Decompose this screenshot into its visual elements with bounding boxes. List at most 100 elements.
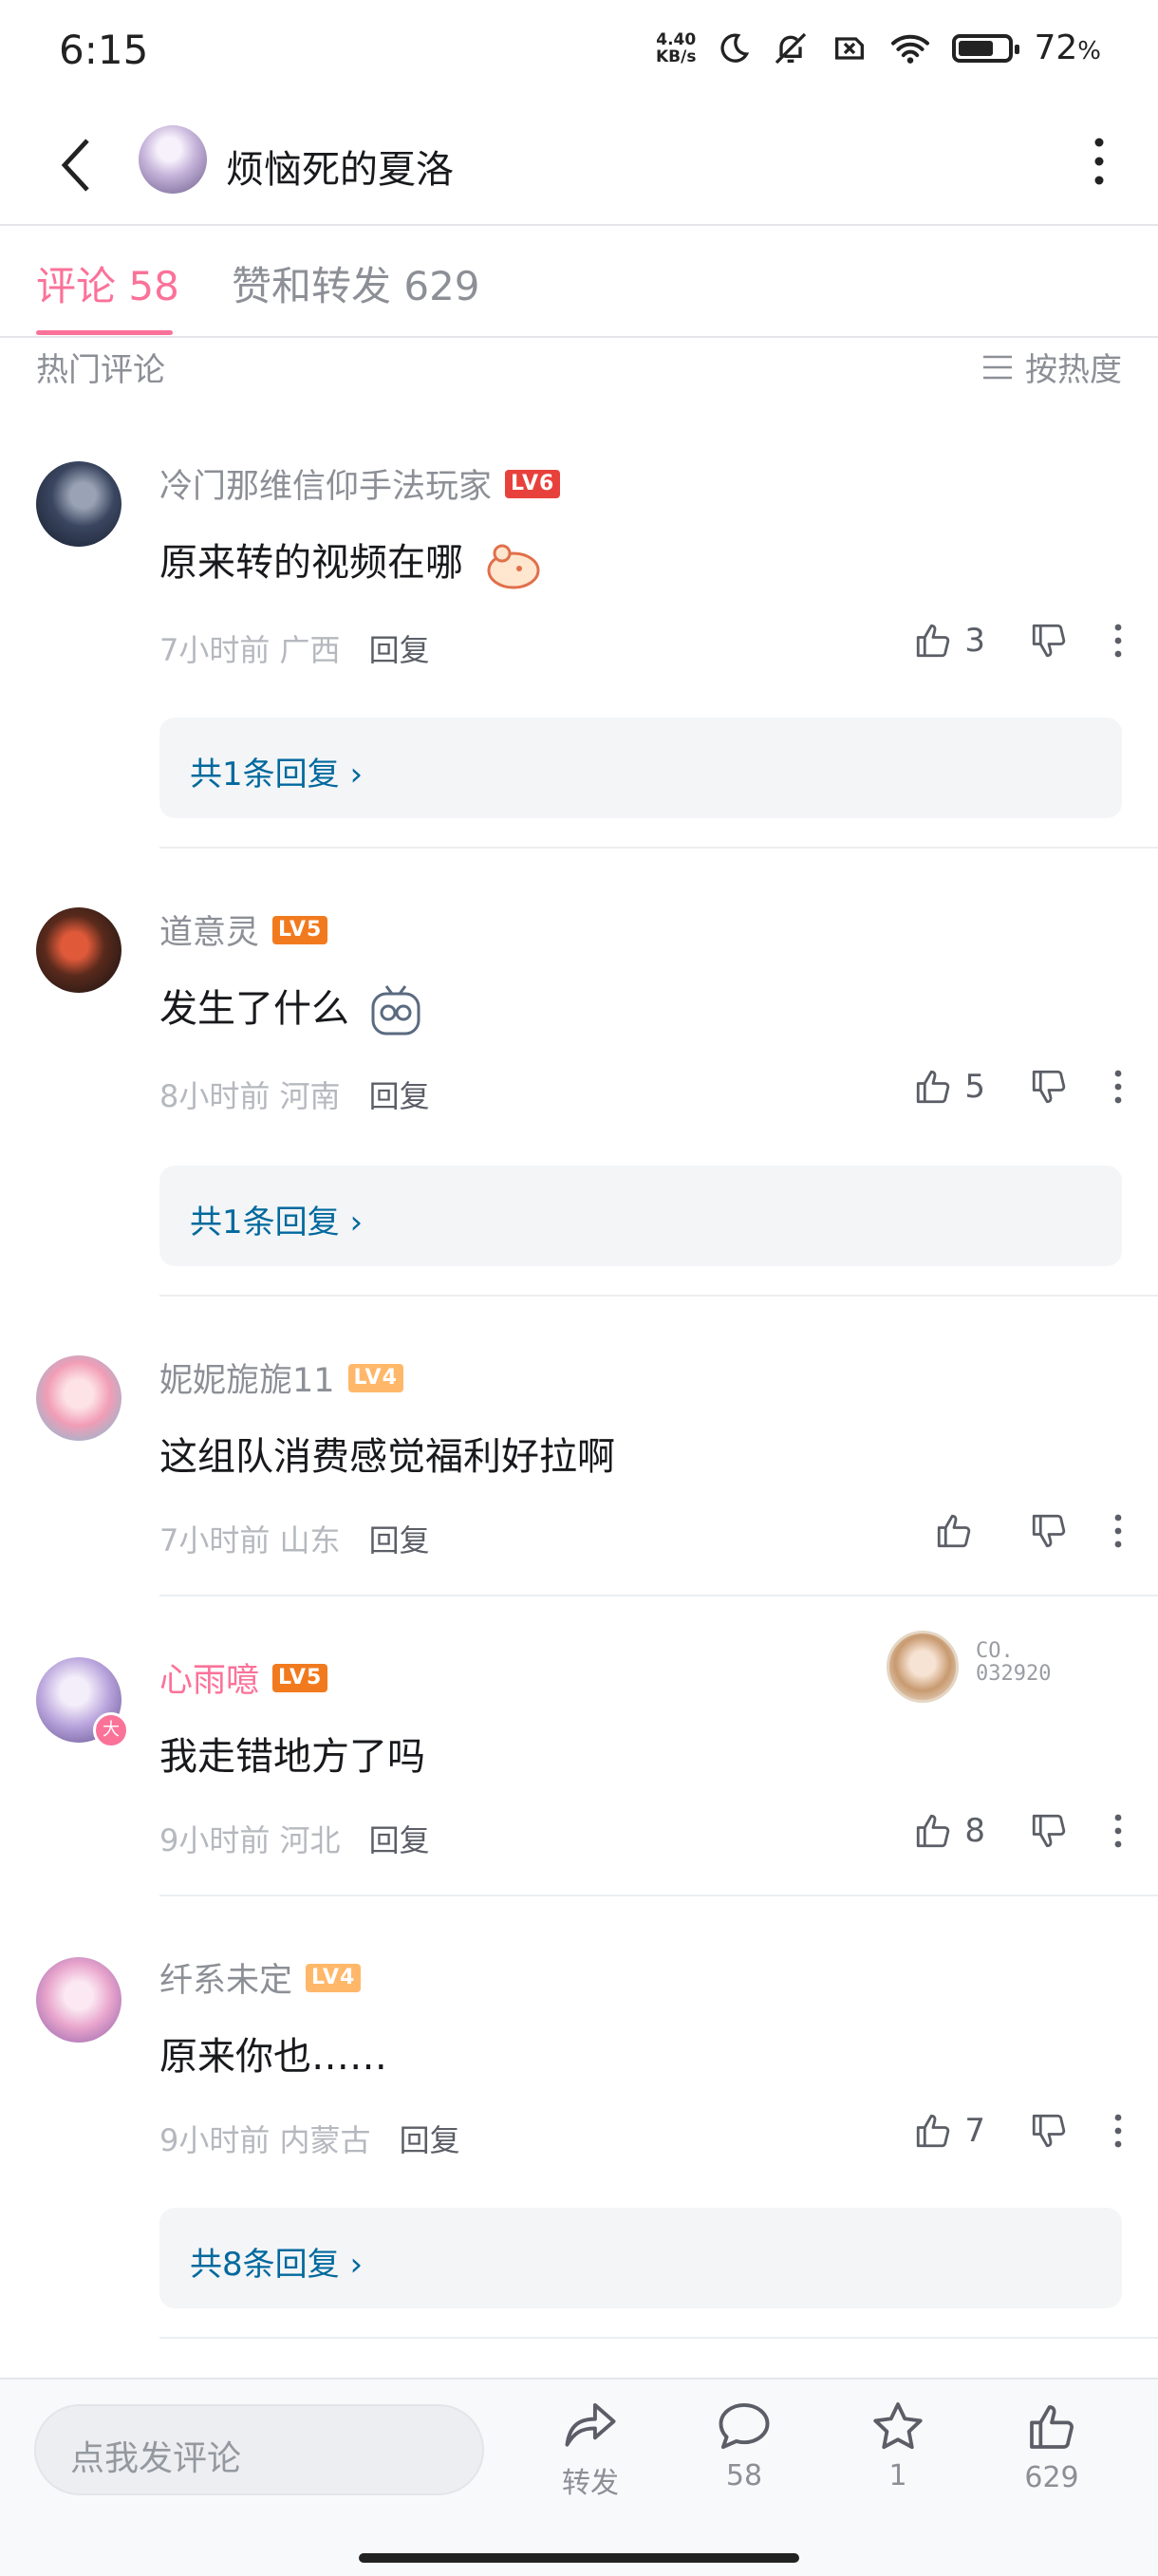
reply-button[interactable]: 回复 (369, 626, 430, 670)
moon-icon (717, 31, 751, 65)
comment-text: 发生了什么 (159, 978, 424, 1039)
back-icon[interactable] (59, 137, 93, 194)
view-replies-button[interactable]: 共1条回复 › (159, 1166, 1122, 1266)
status-icons: 4.40 KB/s 72% (656, 28, 1101, 67)
divider (159, 1895, 1158, 1896)
avatar[interactable] (36, 1355, 121, 1441)
reply-button[interactable]: 回复 (369, 1817, 430, 1860)
like-button[interactable]: 7 (913, 2111, 985, 2151)
list-sort-icon (981, 354, 1014, 381)
view-replies-button[interactable]: 共8条回复 › (159, 2208, 1122, 2308)
comment-actions: 7 (913, 2111, 1122, 2151)
comment-actions (934, 1511, 1122, 1551)
comment-username[interactable]: 心雨噫 LV5 (159, 1653, 328, 1702)
avatar[interactable] (36, 907, 121, 993)
favorite-button[interactable]: 1 (841, 2400, 955, 2492)
more-vertical-icon[interactable] (1114, 1814, 1122, 1848)
reply-button[interactable]: 回复 (369, 1517, 430, 1560)
tab-indicator (36, 330, 173, 335)
no-sim-icon (831, 29, 868, 67)
battery-percent: 72% (1034, 28, 1101, 67)
star-icon (841, 2400, 955, 2452)
comment-bubble-icon (687, 2400, 801, 2452)
comment-username[interactable]: 冷门那维信仰手法玩家 LV6 (159, 459, 561, 508)
comment-actions: 5 (913, 1067, 1122, 1107)
tab-likes-reposts[interactable]: 赞和转发 629 (232, 254, 480, 312)
comment-username[interactable]: 道意灵 LV5 (159, 905, 328, 954)
page-title[interactable]: 烦恼死的夏洛 (226, 139, 454, 194)
sort-button[interactable]: 按热度 (981, 344, 1122, 390)
like-post-button[interactable]: 629 (995, 2400, 1109, 2494)
comment-meta: 8小时前 河南 回复 (159, 1073, 430, 1116)
battery-icon (952, 33, 1020, 63)
share-button[interactable]: 转发 (533, 2400, 647, 2501)
comment-input[interactable]: 点我发评论 (34, 2404, 484, 2495)
comment-text: 这组队消费感觉福利好拉啊 (159, 1435, 615, 1479)
reply-button[interactable]: 回复 (400, 2117, 460, 2160)
thumbs-down-icon[interactable] (1029, 1511, 1069, 1551)
thumbs-down-icon[interactable] (1029, 621, 1069, 661)
tab-bar: 评论 58 赞和转发 629 (0, 226, 1158, 338)
comment-text: 原来你也…… (159, 2035, 387, 2079)
home-indicator (359, 2553, 799, 2563)
like-button[interactable]: 3 (913, 621, 985, 661)
view-replies-button[interactable]: 共1条回复 › (159, 718, 1122, 818)
comment-meta: 7小时前 山东 回复 (159, 1517, 430, 1560)
avatar[interactable] (36, 461, 121, 547)
chevron-right-icon: › (349, 1204, 364, 1241)
level-badge: LV6 (505, 469, 561, 498)
tab-comments[interactable]: 评论 58 (36, 254, 179, 312)
avatar[interactable] (36, 1957, 121, 2043)
divider (159, 2337, 1158, 2339)
reply-button[interactable]: 回复 (369, 1073, 430, 1116)
fan-badge-code: CO. 032920 (976, 1639, 1052, 1686)
level-badge: LV4 (347, 1363, 403, 1392)
status-time: 6:15 (59, 27, 149, 73)
comment-text: 原来转的视频在哪 (159, 532, 542, 591)
comment-button[interactable]: 58 (687, 2400, 801, 2492)
divider (159, 847, 1158, 849)
bottom-action-bar: 点我发评论 转发 58 1 629 (0, 2378, 1158, 2576)
more-vertical-icon[interactable] (1114, 2114, 1122, 2148)
comment-actions: 8 (913, 1811, 1122, 1851)
top-app-bar: 烦恼死的夏洛 (0, 104, 1158, 226)
chevron-right-icon: › (349, 756, 364, 793)
level-badge: LV5 (272, 1663, 328, 1692)
section-title: 热门评论 (36, 351, 165, 389)
thumbs-down-icon[interactable] (1029, 2111, 1069, 2151)
like-button[interactable]: 8 (913, 1811, 985, 1851)
comment-meta: 7小时前 广西 回复 (159, 626, 430, 670)
level-badge: LV4 (306, 1963, 362, 1992)
chevron-right-icon: › (349, 2246, 364, 2284)
level-badge: LV5 (272, 915, 328, 944)
share-arrow-icon (533, 2400, 647, 2452)
more-vertical-icon[interactable] (1093, 137, 1105, 186)
comment-meta: 9小时前 河北 回复 (159, 1817, 430, 1860)
thumbs-down-icon[interactable] (1029, 1067, 1069, 1107)
sticker-emoji-icon (367, 982, 424, 1039)
divider (159, 1295, 1158, 1297)
comment-username[interactable]: 妮妮旎旎11 LV4 (159, 1353, 403, 1402)
more-vertical-icon[interactable] (1114, 1514, 1122, 1548)
thumbs-up-icon (995, 2400, 1109, 2454)
comment-username[interactable]: 纤系未定 LV4 (159, 1953, 362, 2002)
sticker-emoji-icon (481, 538, 542, 591)
more-vertical-icon[interactable] (1114, 1070, 1122, 1104)
like-button[interactable]: 5 (913, 1067, 985, 1107)
divider (159, 1595, 1158, 1596)
wifi-icon (889, 31, 931, 65)
thumbs-down-icon[interactable] (1029, 1811, 1069, 1851)
avatar-badge: 大 (93, 1712, 129, 1748)
author-avatar[interactable] (139, 125, 207, 194)
net-speed: 4.40 KB/s (656, 29, 697, 66)
comment-text: 我走错地方了吗 (159, 1735, 425, 1779)
more-vertical-icon[interactable] (1114, 624, 1122, 658)
comment-actions: 3 (913, 621, 1122, 661)
thumbs-up-icon (913, 2111, 953, 2151)
thumbs-up-icon (913, 621, 953, 661)
mute-bell-icon (772, 29, 810, 67)
like-button[interactable] (934, 1511, 985, 1551)
fan-badge-avatar[interactable] (887, 1631, 959, 1703)
thumbs-up-icon (913, 1811, 953, 1851)
comment-meta: 9小时前 内蒙古 回复 (159, 2117, 460, 2160)
